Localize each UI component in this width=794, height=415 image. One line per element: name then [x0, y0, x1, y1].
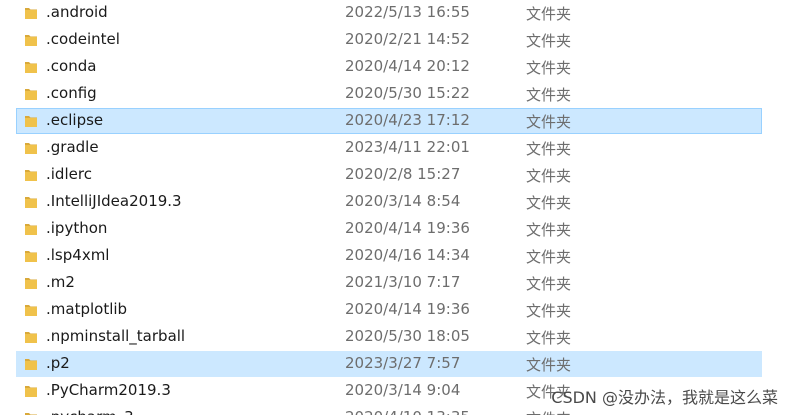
folder-icon	[25, 143, 37, 154]
folder-icon	[25, 332, 37, 343]
file-row[interactable]: .config 2020/5/30 15:22 文件夹	[16, 81, 762, 107]
file-name: .eclipse	[46, 111, 104, 129]
file-name: .IntelliJIdea2019.3	[46, 192, 182, 210]
file-row[interactable]: .idlerc 2020/2/8 15:27 文件夹	[16, 162, 762, 188]
date-modified: 2020/5/30 18:05	[345, 327, 470, 345]
file-type: 文件夹	[526, 329, 572, 347]
date-modified: 2020/5/30 15:22	[345, 84, 470, 102]
file-name: .android	[46, 3, 108, 21]
folder-icon	[25, 89, 37, 100]
file-type: 文件夹	[526, 302, 572, 320]
file-row[interactable]: .conda 2020/4/14 20:12 文件夹	[16, 54, 762, 80]
file-row[interactable]: .eclipse 2020/4/23 17:12 文件夹	[16, 108, 762, 134]
file-type: 文件夹	[526, 32, 572, 50]
folder-icon	[25, 116, 37, 127]
file-name: .pycharm_3	[46, 408, 134, 415]
file-name: .m2	[46, 273, 75, 291]
file-name: .p2	[46, 354, 70, 372]
date-modified: 2020/4/14 19:36	[345, 300, 470, 318]
file-name: .PyCharm2019.3	[46, 381, 171, 399]
date-modified: 2020/3/14 9:04	[345, 381, 461, 399]
watermark: CSDN @没办法，我就是这么菜	[551, 388, 778, 407]
date-modified: 2020/2/8 15:27	[345, 165, 461, 183]
file-type: 文件夹	[526, 408, 571, 415]
file-row[interactable]: .codeintel 2020/2/21 14:52 文件夹	[16, 27, 762, 53]
folder-icon	[25, 35, 37, 46]
date-modified: 2023/3/27 7:57	[345, 354, 461, 372]
file-row[interactable]: .m2 2021/3/10 7:17 文件夹	[16, 270, 762, 296]
file-type: 文件夹	[526, 194, 572, 212]
folder-icon	[25, 305, 37, 316]
file-row[interactable]: .p2 2023/3/27 7:57 文件夹	[16, 351, 762, 377]
date-modified: 2020/4/23 17:12	[345, 111, 470, 129]
date-modified: 2020/4/10 13:35	[345, 408, 470, 415]
folder-icon	[25, 62, 37, 73]
date-modified: 2020/3/14 8:54	[345, 192, 461, 210]
file-type: 文件夹	[526, 140, 572, 158]
file-row[interactable]: .npminstall_tarball 2020/5/30 18:05 文件夹	[16, 324, 762, 350]
folder-icon	[25, 197, 37, 208]
folder-icon	[25, 8, 37, 19]
file-name: .ipython	[46, 219, 108, 237]
file-name: .conda	[46, 57, 97, 75]
file-row[interactable]: .gradle 2023/4/11 22:01 文件夹	[16, 135, 762, 161]
date-modified: 2020/4/14 19:36	[345, 219, 470, 237]
folder-icon	[25, 170, 37, 181]
file-type: 文件夹	[526, 275, 572, 293]
file-type: 文件夹	[526, 59, 572, 77]
file-type: 文件夹	[526, 356, 572, 374]
file-row[interactable]: .lsp4xml 2020/4/16 14:34 文件夹	[16, 243, 762, 269]
file-list: .android 2022/5/13 16:55 文件夹 .codeintel 2020…	[0, 0, 794, 415]
file-name: .matplotlib	[46, 300, 128, 318]
folder-icon	[25, 386, 37, 397]
file-type: 文件夹	[526, 5, 572, 23]
file-type: 文件夹	[526, 248, 572, 266]
file-row[interactable]: .android 2022/5/13 16:55 文件夹	[16, 0, 762, 26]
file-row[interactable]: .ipython 2020/4/14 19:36 文件夹	[16, 216, 762, 242]
file-type: 文件夹	[526, 167, 572, 185]
folder-icon	[25, 413, 37, 415]
file-name: .config	[46, 84, 97, 102]
date-modified: 2020/4/14 20:12	[345, 57, 470, 75]
file-name: .lsp4xml	[46, 246, 110, 264]
file-row[interactable]: .matplotlib 2020/4/14 19:36 文件夹	[16, 297, 762, 323]
file-type: 文件夹	[526, 113, 572, 131]
date-modified: 2020/4/16 14:34	[345, 246, 470, 264]
date-modified: 2022/5/13 16:55	[345, 3, 470, 21]
file-type: 文件夹	[526, 221, 572, 239]
file-name: .npminstall_tarball	[46, 327, 186, 345]
folder-icon	[25, 251, 37, 262]
date-modified: 2021/3/10 7:17	[345, 273, 461, 291]
file-type: 文件夹	[526, 86, 572, 104]
folder-icon	[25, 224, 37, 235]
file-name: .idlerc	[46, 165, 92, 183]
folder-icon	[25, 278, 37, 289]
file-name: .codeintel	[46, 30, 120, 48]
file-name: .gradle	[46, 138, 99, 156]
file-row[interactable]: .IntelliJIdea2019.3 2020/3/14 8:54 文件夹	[16, 189, 762, 215]
folder-icon	[25, 359, 37, 370]
date-modified: 2023/4/11 22:01	[345, 138, 470, 156]
date-modified: 2020/2/21 14:52	[345, 30, 470, 48]
